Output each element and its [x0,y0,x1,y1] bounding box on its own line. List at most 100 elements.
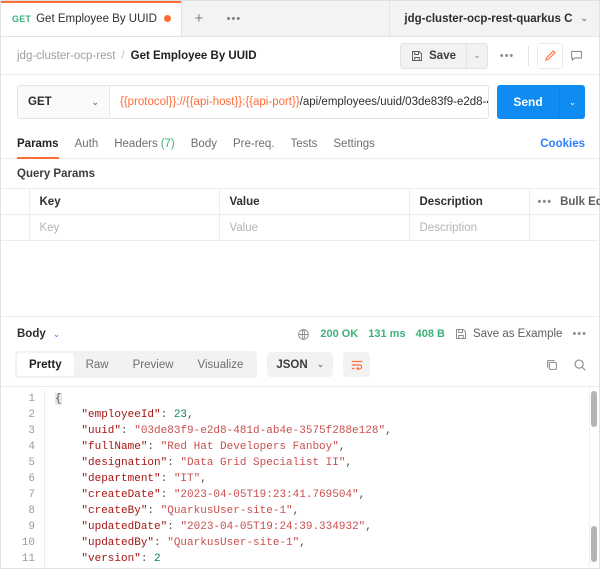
code-line: "updatedDate": "2023-04-05T19:24:39.3349… [55,519,599,535]
tab-pre-request[interactable]: Pre-req. [233,129,275,159]
postman-window: GET Get Employee By UUID + ••• jdg-clust… [0,0,600,569]
copy-icon[interactable] [545,358,559,372]
breadcrumb-collection[interactable]: jdg-cluster-ocp-rest [17,50,115,62]
line-number: 7 [1,487,35,503]
tab-raw[interactable]: Raw [74,353,121,376]
line-number: 10 [1,535,35,551]
send-options-button[interactable]: ⌄ [559,85,585,119]
tab-headers-label: Headers [114,138,157,150]
send-button[interactable]: Send [497,85,559,119]
table-header-row: Key Value Description ••• Bulk Edit [1,189,600,215]
header-description: Description [409,189,529,215]
url-bar: GET ⌄ {{protocol}}://{{api-host}}:{{api-… [1,75,599,129]
url-input[interactable]: {{protocol}}://{{api-host}}:{{api-port}}… [110,86,488,118]
response-size: 408 B [416,328,445,340]
line-number-gutter: 123456789101112 [1,391,45,568]
row-description-input[interactable]: Description [409,215,529,241]
query-params-table: Key Value Description ••• Bulk Edit Key … [1,188,600,241]
chevron-down-icon: ⌄ [317,359,325,370]
word-wrap-icon [350,358,364,372]
line-number: 6 [1,471,35,487]
tab-body-label: Body [191,138,217,150]
header-key: Key [29,189,219,215]
save-button[interactable]: Save [400,43,466,69]
save-options-button[interactable]: ⌄ [466,43,488,69]
breadcrumb-actions: Save ⌄ ••• [400,43,589,69]
table-more-button[interactable]: ••• [538,196,553,208]
save-as-example-label: Save as Example [473,328,563,340]
search-icon[interactable] [573,358,587,372]
request-more-button[interactable]: ••• [494,43,520,69]
tab-pretty[interactable]: Pretty [17,353,74,376]
tab-preview[interactable]: Preview [121,353,186,376]
tab-body[interactable]: Body [191,129,217,159]
divider [528,46,529,66]
http-method-select[interactable]: GET ⌄ [18,86,110,118]
comment-button[interactable] [563,43,589,69]
row-value-input[interactable]: Value [219,215,409,241]
line-number: 8 [1,503,35,519]
response-section: Body ⌄ 200 OK 131 ms 408 B S [1,317,599,568]
chevron-down-icon[interactable]: ⌄ [53,329,61,340]
breadcrumb-request-name: Get Employee By UUID [131,50,257,62]
tab-tests-label: Tests [291,138,318,150]
environment-label: jdg-cluster-ocp-rest-quarkus C [404,13,572,25]
url-path-segment: /api/employees/uuid/03de83f9-e2d8-481d [300,96,488,108]
response-body-viewer[interactable]: 123456789101112 { "employeeId": 23, "uui… [1,386,599,568]
status-code: 200 OK [320,328,358,340]
chevron-down-icon: ⌄ [580,13,588,24]
header-value: Value [219,189,409,215]
environment-selector[interactable]: jdg-cluster-ocp-rest-quarkus C ⌄ [390,1,599,36]
response-language-label: JSON [276,359,307,371]
scrollbar-thumb-bottom[interactable] [591,526,597,562]
cookies-link[interactable]: Cookies [540,138,585,150]
row-key-input[interactable]: Key [29,215,219,241]
code-scroll-area: 123456789101112 { "employeeId": 23, "uui… [1,387,599,568]
request-tabs: Params Auth Headers (7) Body Pre-req. Te… [1,129,599,159]
breadcrumb-bar: jdg-cluster-ocp-rest / Get Employee By U… [1,37,599,75]
response-language-select[interactable]: JSON ⌄ [267,352,333,377]
tab-visualize[interactable]: Visualize [186,353,256,376]
row-actions-cell [529,215,600,241]
save-as-example-button[interactable]: Save as Example [455,328,563,340]
send-group: Send ⌄ [497,85,585,119]
floppy-disk-icon [411,50,423,62]
floppy-disk-icon [455,328,467,340]
http-method-label: GET [28,96,52,108]
line-number: 1 [1,391,35,407]
row-checkbox-cell[interactable] [1,215,29,241]
line-number: 5 [1,455,35,471]
query-params-empty-area [1,241,599,317]
code-line: "uuid": "03de83f9-e2d8-481d-ab4e-3575f28… [55,423,599,439]
code-line: "employeeId": 23, [55,407,599,423]
tab-bar-spacer [252,1,390,36]
line-number: 2 [1,407,35,423]
comment-icon [570,49,583,62]
tab-params[interactable]: Params [17,129,59,159]
vertical-scrollbar[interactable] [589,387,597,568]
line-number: 9 [1,519,35,535]
response-more-button[interactable]: ••• [572,328,587,340]
tab-params-label: Params [17,138,59,150]
tab-auth[interactable]: Auth [75,129,99,159]
response-tools [545,358,587,372]
request-tab-get-employee-by-uuid[interactable]: GET Get Employee By UUID [1,1,182,36]
tab-settings-label: Settings [333,138,375,150]
tab-tests[interactable]: Tests [291,129,318,159]
new-tab-button[interactable]: + [182,1,216,36]
response-view-tabs: Pretty Raw Preview Visualize JSON ⌄ [1,351,599,386]
tab-settings[interactable]: Settings [333,129,375,159]
response-time: 131 ms [368,328,405,340]
tab-headers[interactable]: Headers (7) [114,129,175,159]
tab-bar-more-button[interactable]: ••• [216,1,252,36]
select-all-header [1,189,29,215]
word-wrap-button[interactable] [343,352,370,377]
url-input-group: GET ⌄ {{protocol}}://{{api-host}}:{{api-… [17,85,489,119]
bulk-edit-button[interactable]: Bulk Edit [560,196,600,208]
edit-request-button[interactable] [537,43,563,69]
chevron-down-icon: ⌄ [473,50,481,61]
response-status-bar: Body ⌄ 200 OK 131 ms 408 B S [1,317,599,351]
table-row: Key Value Description [1,215,600,241]
scrollbar-thumb[interactable] [591,391,597,427]
code-line: "createDate": "2023-04-05T19:23:41.76950… [55,487,599,503]
